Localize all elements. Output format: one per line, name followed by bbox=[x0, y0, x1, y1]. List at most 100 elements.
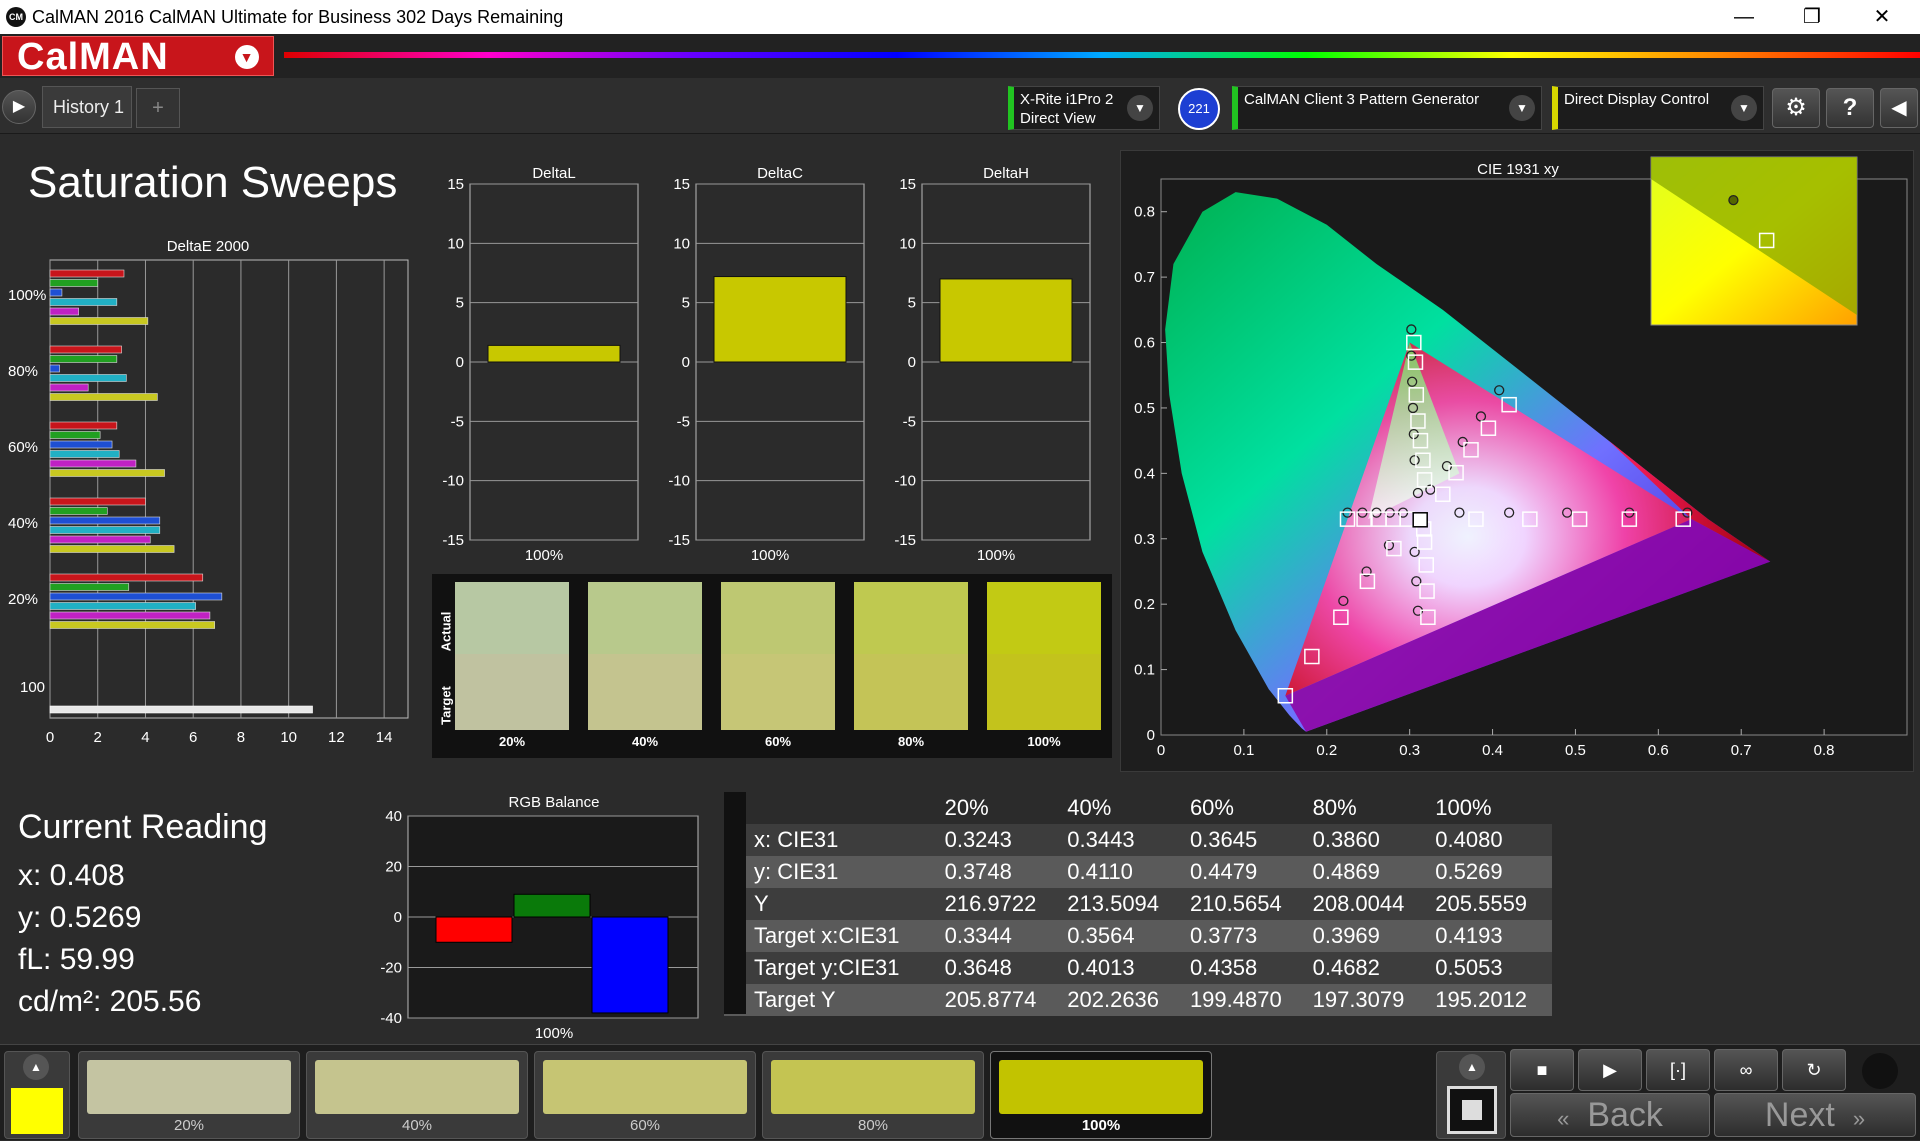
table-cell: 205.5559 bbox=[1429, 888, 1552, 920]
play-icon[interactable]: ▶ bbox=[1578, 1049, 1642, 1091]
title-bar: CM CalMAN 2016 CalMAN Ultimate for Busin… bbox=[0, 0, 1920, 34]
deltae-bar bbox=[49, 592, 223, 601]
table-cell: 0.3860 bbox=[1306, 824, 1430, 856]
rgb-y-tick: 0 bbox=[394, 909, 402, 926]
table-cell: 0.4193 bbox=[1429, 920, 1552, 952]
delta-category-label: 100% bbox=[751, 547, 789, 564]
deltae-frame bbox=[49, 259, 409, 719]
step-button[interactable]: 40% bbox=[306, 1051, 528, 1139]
table-column-header: 40% bbox=[1061, 792, 1184, 824]
deltae-bar bbox=[49, 516, 161, 525]
table-cell: 0.4110 bbox=[1061, 856, 1184, 888]
delta-category-label: 100% bbox=[977, 547, 1015, 564]
continuous-icon[interactable]: ∞ bbox=[1714, 1049, 1778, 1091]
read-single-icon[interactable]: [·] bbox=[1646, 1049, 1710, 1091]
swatch-column: 40% bbox=[588, 582, 702, 752]
step-button[interactable]: 20% bbox=[78, 1051, 300, 1139]
delta-bar bbox=[939, 278, 1073, 363]
deltae-bar bbox=[49, 459, 137, 468]
pattern-generator-selector[interactable]: CalMAN Client 3 Pattern Generator ▼ bbox=[1232, 86, 1542, 130]
step-label: 20% bbox=[173, 1117, 205, 1134]
step-button[interactable]: 60% bbox=[534, 1051, 756, 1139]
help-icon[interactable]: ? bbox=[1826, 88, 1874, 128]
table-row: x: CIE31 0.3243 0.3443 0.3645 0.3860 0.4080 bbox=[724, 824, 1552, 856]
cie-y-tick: 0.8 bbox=[1134, 204, 1155, 221]
deltae-bar bbox=[49, 431, 101, 439]
table-cell: 199.4870 bbox=[1183, 984, 1307, 1016]
rgb-y-tick: 20 bbox=[385, 859, 402, 876]
delta-y-tick: 0 bbox=[456, 354, 464, 371]
deltae-bar bbox=[49, 621, 215, 629]
swatch-label: 60% bbox=[764, 734, 792, 749]
cie-white-point bbox=[1412, 512, 1428, 528]
collapse-icon[interactable]: ◀ bbox=[1880, 88, 1918, 128]
delta-y-tick: -15 bbox=[442, 532, 464, 549]
restore-icon[interactable]: ❐ bbox=[1784, 0, 1840, 34]
delta-chart-title: DeltaH bbox=[983, 165, 1029, 182]
delta-y-tick: 5 bbox=[682, 295, 690, 312]
deltae-group-label: 40% bbox=[8, 515, 38, 532]
close-icon[interactable]: ✕ bbox=[1854, 0, 1910, 34]
rgb-category-label: 100% bbox=[535, 1025, 573, 1042]
minimize-icon[interactable]: — bbox=[1716, 0, 1772, 34]
table-row: Target x:CIE31 0.3344 0.3564 0.3773 0.3969 0.… bbox=[724, 920, 1552, 952]
rgb-y-tick: 40 bbox=[385, 808, 402, 825]
step-button[interactable]: 100% bbox=[990, 1051, 1212, 1139]
cie-x-tick: 0.3 bbox=[1399, 742, 1420, 759]
delta-bar bbox=[713, 276, 847, 363]
actual-swatch bbox=[721, 582, 835, 654]
table-row-header: Target x:CIE31 bbox=[724, 920, 939, 952]
delta-category-label: 100% bbox=[525, 547, 563, 564]
reading-fl: fL: 59.99 bbox=[18, 943, 135, 976]
table-row-header: x: CIE31 bbox=[724, 824, 939, 856]
table-row-header: Target y:CIE31 bbox=[724, 952, 939, 984]
chevron-down-icon: ▼ bbox=[1509, 95, 1535, 121]
cie-y-tick: 0.4 bbox=[1134, 465, 1155, 482]
step-swatch bbox=[999, 1060, 1203, 1114]
deltae-x-tick: 6 bbox=[189, 729, 197, 746]
tab-history[interactable]: History 1 bbox=[42, 86, 132, 128]
display-control-selector[interactable]: Direct Display Control ▼ bbox=[1552, 86, 1764, 130]
app-icon: CM bbox=[6, 7, 26, 27]
table-row: y: CIE31 0.3748 0.4110 0.4479 0.4869 0.5269 bbox=[724, 856, 1552, 888]
cie-x-tick: 0.6 bbox=[1648, 742, 1669, 759]
table-cell: 216.9722 bbox=[938, 888, 1062, 920]
swatch-comparison-panel: Actual Target 20% 40% 60% 80% 100% bbox=[432, 574, 1112, 758]
stop-measure-icon[interactable]: ■ bbox=[1510, 1049, 1574, 1091]
deltae-bar bbox=[49, 345, 122, 354]
cie-plot: 0 0.1 0.2 0.3 0.4 0.5 0.6 0.7 0.8 0 0.1 0.2 0.3 0.4 0.… bbox=[1134, 156, 1908, 759]
delta-y-tick: 15 bbox=[673, 176, 690, 193]
deltae-bar bbox=[49, 307, 79, 316]
delta-chart-title: DeltaC bbox=[757, 165, 803, 182]
stop-icon[interactable] bbox=[1447, 1086, 1497, 1134]
brand-bar: CalMAN ▼ bbox=[0, 34, 1920, 78]
target-swatch bbox=[721, 654, 835, 730]
refresh-icon[interactable]: ↻ bbox=[1782, 1049, 1846, 1091]
table-corner bbox=[724, 792, 939, 824]
step-button[interactable]: 80% bbox=[762, 1051, 984, 1139]
deltae-chart: DeltaE 2000 0 2 4 6 8 10 12 14 100% 80% 60% 40% 20% 1… bbox=[0, 236, 420, 756]
meter-count-badge[interactable]: 221 bbox=[1178, 88, 1220, 130]
play-arrow-icon[interactable]: ▶ bbox=[2, 90, 36, 124]
stop-panel: ▲ bbox=[1436, 1051, 1506, 1139]
calman-menu-button[interactable]: CalMAN ▼ bbox=[2, 36, 274, 77]
next-button[interactable]: Next » bbox=[1714, 1093, 1916, 1137]
cie-x-tick: 0.8 bbox=[1814, 742, 1835, 759]
table-cell: 205.8774 bbox=[938, 984, 1062, 1016]
chevron-up-icon[interactable]: ▲ bbox=[23, 1054, 49, 1080]
swatch-label: 20% bbox=[498, 734, 526, 749]
reading-y: y: 0.5269 bbox=[18, 901, 142, 934]
current-color-panel: ▲ bbox=[4, 1051, 70, 1139]
deltae-group-label: 20% bbox=[8, 591, 38, 608]
meter-selector[interactable]: X-Rite i1Pro 2 Direct View ▼ bbox=[1008, 86, 1160, 130]
rgb-y-tick: -20 bbox=[380, 960, 402, 977]
step-label: 80% bbox=[857, 1117, 889, 1134]
current-color-swatch bbox=[11, 1088, 63, 1134]
deltae-bar bbox=[49, 507, 108, 515]
add-tab-button[interactable]: + bbox=[136, 88, 180, 128]
gear-icon[interactable]: ⚙ bbox=[1772, 88, 1820, 128]
chevron-up-icon[interactable]: ▲ bbox=[1459, 1054, 1485, 1080]
table-cell: 0.5053 bbox=[1429, 952, 1552, 984]
back-button[interactable]: « Back bbox=[1510, 1093, 1710, 1137]
table-cell: 0.3648 bbox=[938, 952, 1062, 984]
